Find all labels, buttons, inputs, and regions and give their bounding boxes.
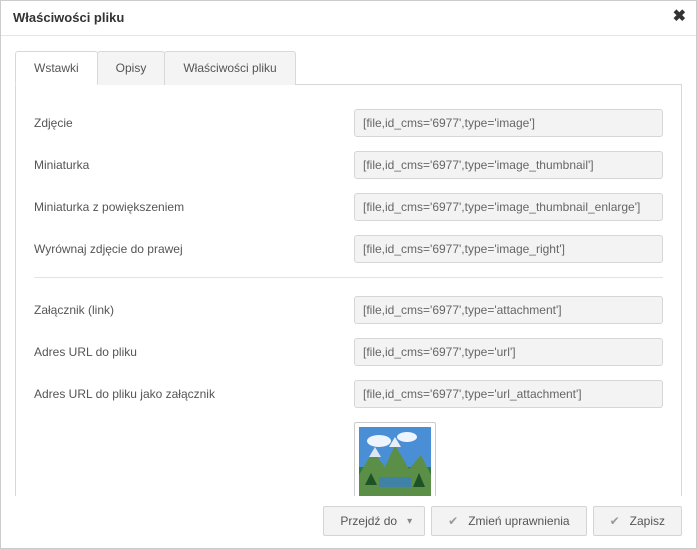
label-thumb-enlarge: Miniaturka z powiększeniem bbox=[34, 200, 354, 214]
tab-inserts[interactable]: Wstawki bbox=[15, 51, 98, 85]
landscape-image-icon bbox=[359, 427, 431, 496]
dialog-titlebar: Właściwości pliku ✖ bbox=[1, 1, 696, 36]
label-align-right: Wyrównaj zdjęcie do prawej bbox=[34, 242, 354, 256]
value-url-attachment[interactable] bbox=[354, 380, 663, 408]
close-icon[interactable]: ✖ bbox=[673, 9, 686, 25]
row-url: Adres URL do pliku bbox=[34, 338, 663, 366]
value-image[interactable] bbox=[354, 109, 663, 137]
check-icon: ✔ bbox=[610, 514, 620, 528]
row-image: Zdjęcie bbox=[34, 109, 663, 137]
value-attachment[interactable] bbox=[354, 296, 663, 324]
label-thumb: Miniaturka bbox=[34, 158, 354, 172]
thumbnail-preview[interactable] bbox=[354, 422, 436, 496]
tab-descriptions[interactable]: Opisy bbox=[97, 51, 166, 85]
value-thumb[interactable] bbox=[354, 151, 663, 179]
chevron-down-icon: ▾ bbox=[407, 516, 412, 527]
save-button[interactable]: ✔ Zapisz bbox=[593, 506, 682, 536]
save-button-label: Zapisz bbox=[630, 514, 665, 528]
tab-properties[interactable]: Właściwości pliku bbox=[164, 51, 295, 85]
label-attachment: Załącznik (link) bbox=[34, 303, 354, 317]
value-align-right[interactable] bbox=[354, 235, 663, 263]
divider bbox=[34, 277, 663, 278]
row-url-attachment: Adres URL do pliku jako załącznik bbox=[34, 380, 663, 408]
value-url[interactable] bbox=[354, 338, 663, 366]
tabs: Wstawki Opisy Właściwości pliku bbox=[15, 50, 682, 85]
row-thumb: Miniaturka bbox=[34, 151, 663, 179]
file-properties-dialog: Właściwości pliku ✖ Wstawki Opisy Właści… bbox=[0, 0, 697, 549]
change-permissions-button[interactable]: ✔ Zmień uprawnienia bbox=[431, 506, 586, 536]
row-thumb-enlarge: Miniaturka z powiększeniem bbox=[34, 193, 663, 221]
check-icon: ✔ bbox=[448, 514, 458, 528]
goto-button-label: Przejdź do bbox=[340, 514, 397, 528]
row-attachment: Załącznik (link) bbox=[34, 296, 663, 324]
row-align-right: Wyrównaj zdjęcie do prawej bbox=[34, 235, 663, 263]
change-permissions-label: Zmień uprawnienia bbox=[468, 514, 569, 528]
goto-button[interactable]: Przejdź do ▾ bbox=[323, 506, 425, 536]
dialog-title: Właściwości pliku bbox=[13, 10, 124, 25]
value-thumb-enlarge[interactable] bbox=[354, 193, 663, 221]
tab-panel-inserts: Zdjęcie Miniaturka Miniaturka z powiększ… bbox=[15, 85, 682, 496]
label-url-attachment: Adres URL do pliku jako załącznik bbox=[34, 387, 354, 401]
label-url: Adres URL do pliku bbox=[34, 345, 354, 359]
label-image: Zdjęcie bbox=[34, 116, 354, 130]
dialog-content: Wstawki Opisy Właściwości pliku Zdjęcie … bbox=[1, 36, 696, 496]
thumbnail-preview-wrap bbox=[354, 422, 663, 496]
dialog-footer: Przejdź do ▾ ✔ Zmień uprawnienia ✔ Zapis… bbox=[1, 496, 696, 548]
